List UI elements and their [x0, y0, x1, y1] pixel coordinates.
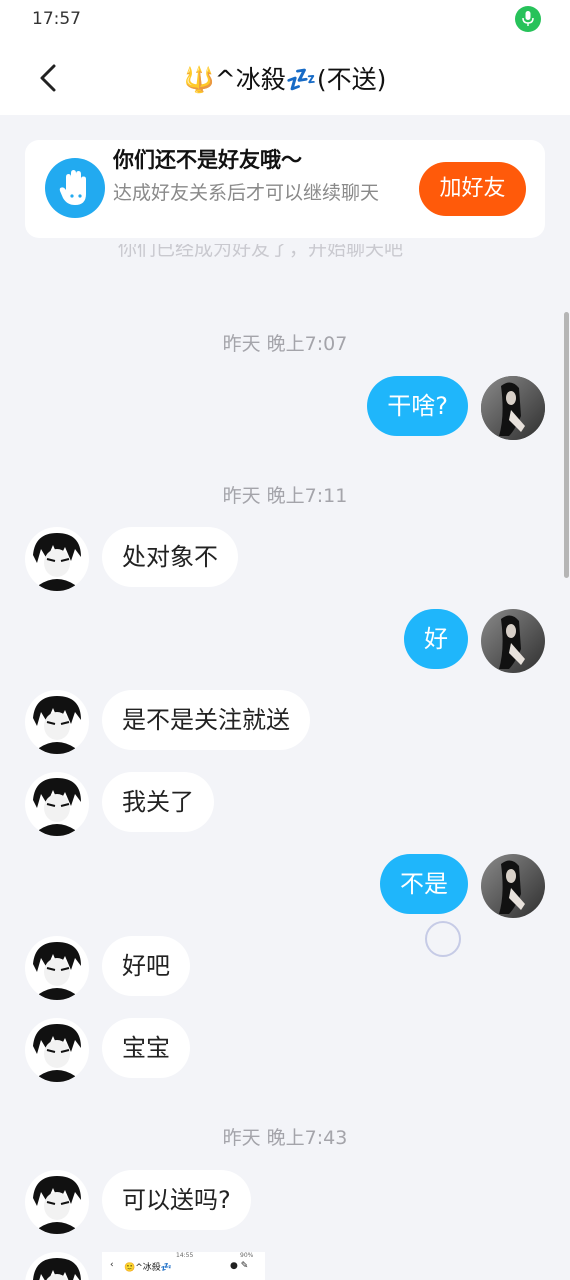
incoming-message[interactable]: 是不是关注就送 — [102, 690, 310, 750]
my-avatar[interactable] — [481, 854, 545, 918]
status-bar: 17:57 — [0, 0, 570, 40]
outgoing-message[interactable]: 好 — [404, 609, 468, 669]
screenshot-toolbar-icons: ● ✎ — [230, 1261, 249, 1271]
system-notice: 你们已经成为好友了，开始聊天吧 — [118, 244, 403, 268]
contact-avatar[interactable] — [25, 936, 89, 1000]
banner-title: 你们还不是好友哦～ — [113, 148, 302, 172]
microphone-icon[interactable] — [515, 6, 541, 32]
outgoing-message[interactable]: 不是 — [380, 854, 468, 914]
timestamp: 昨天 晚上7:11 — [222, 485, 348, 507]
system-notice-text: 你们已经成为好友了，开始聊天吧 — [118, 244, 404, 260]
touch-indicator — [425, 921, 461, 957]
contact-avatar[interactable] — [25, 527, 89, 591]
screenshot-battery: 90% — [240, 1252, 254, 1259]
waving-hand-icon — [45, 158, 105, 218]
chat-title: 🔱^冰殺💤(不送) — [183, 65, 387, 94]
my-avatar[interactable] — [481, 609, 545, 673]
contact-avatar[interactable] — [25, 690, 89, 754]
image-message[interactable]: 14:55 90% ‹ 🙂^冰殺💤 ● ✎ — [102, 1252, 265, 1280]
outgoing-message[interactable]: 干啥? — [367, 376, 468, 436]
incoming-message[interactable]: 我关了 — [102, 772, 214, 832]
add-friend-button[interactable]: 加好友 — [419, 162, 526, 216]
not-friends-banner: 你们还不是好友哦～ 达成好友关系后才可以继续聊天 加好友 — [25, 140, 545, 238]
chevron-left-icon: ‹ — [110, 1260, 114, 1270]
scrollbar[interactable] — [564, 312, 569, 578]
timestamp: 昨天 晚上7:07 — [222, 333, 348, 355]
screenshot-title: 🙂^冰殺💤 — [124, 1263, 172, 1273]
my-avatar[interactable] — [481, 376, 545, 440]
contact-avatar[interactable] — [25, 1170, 89, 1234]
banner-subtitle: 达成好友关系后才可以继续聊天 — [113, 182, 380, 204]
incoming-message[interactable]: 好吧 — [102, 936, 190, 996]
contact-avatar[interactable] — [25, 1018, 89, 1082]
contact-avatar[interactable] — [25, 772, 89, 836]
status-time: 17:57 — [32, 9, 81, 29]
screenshot-time: 14:55 — [176, 1252, 194, 1259]
incoming-message[interactable]: 处对象不 — [102, 527, 238, 587]
screenshot-status-bar: 14:55 90% — [102, 1252, 265, 1259]
contact-avatar[interactable] — [25, 1252, 89, 1280]
chat-header: 🔱^冰殺💤(不送) — [0, 40, 570, 115]
timestamp: 昨天 晚上7:43 — [222, 1127, 348, 1149]
incoming-message[interactable]: 可以送吗? — [102, 1170, 251, 1230]
incoming-message[interactable]: 宝宝 — [102, 1018, 190, 1078]
